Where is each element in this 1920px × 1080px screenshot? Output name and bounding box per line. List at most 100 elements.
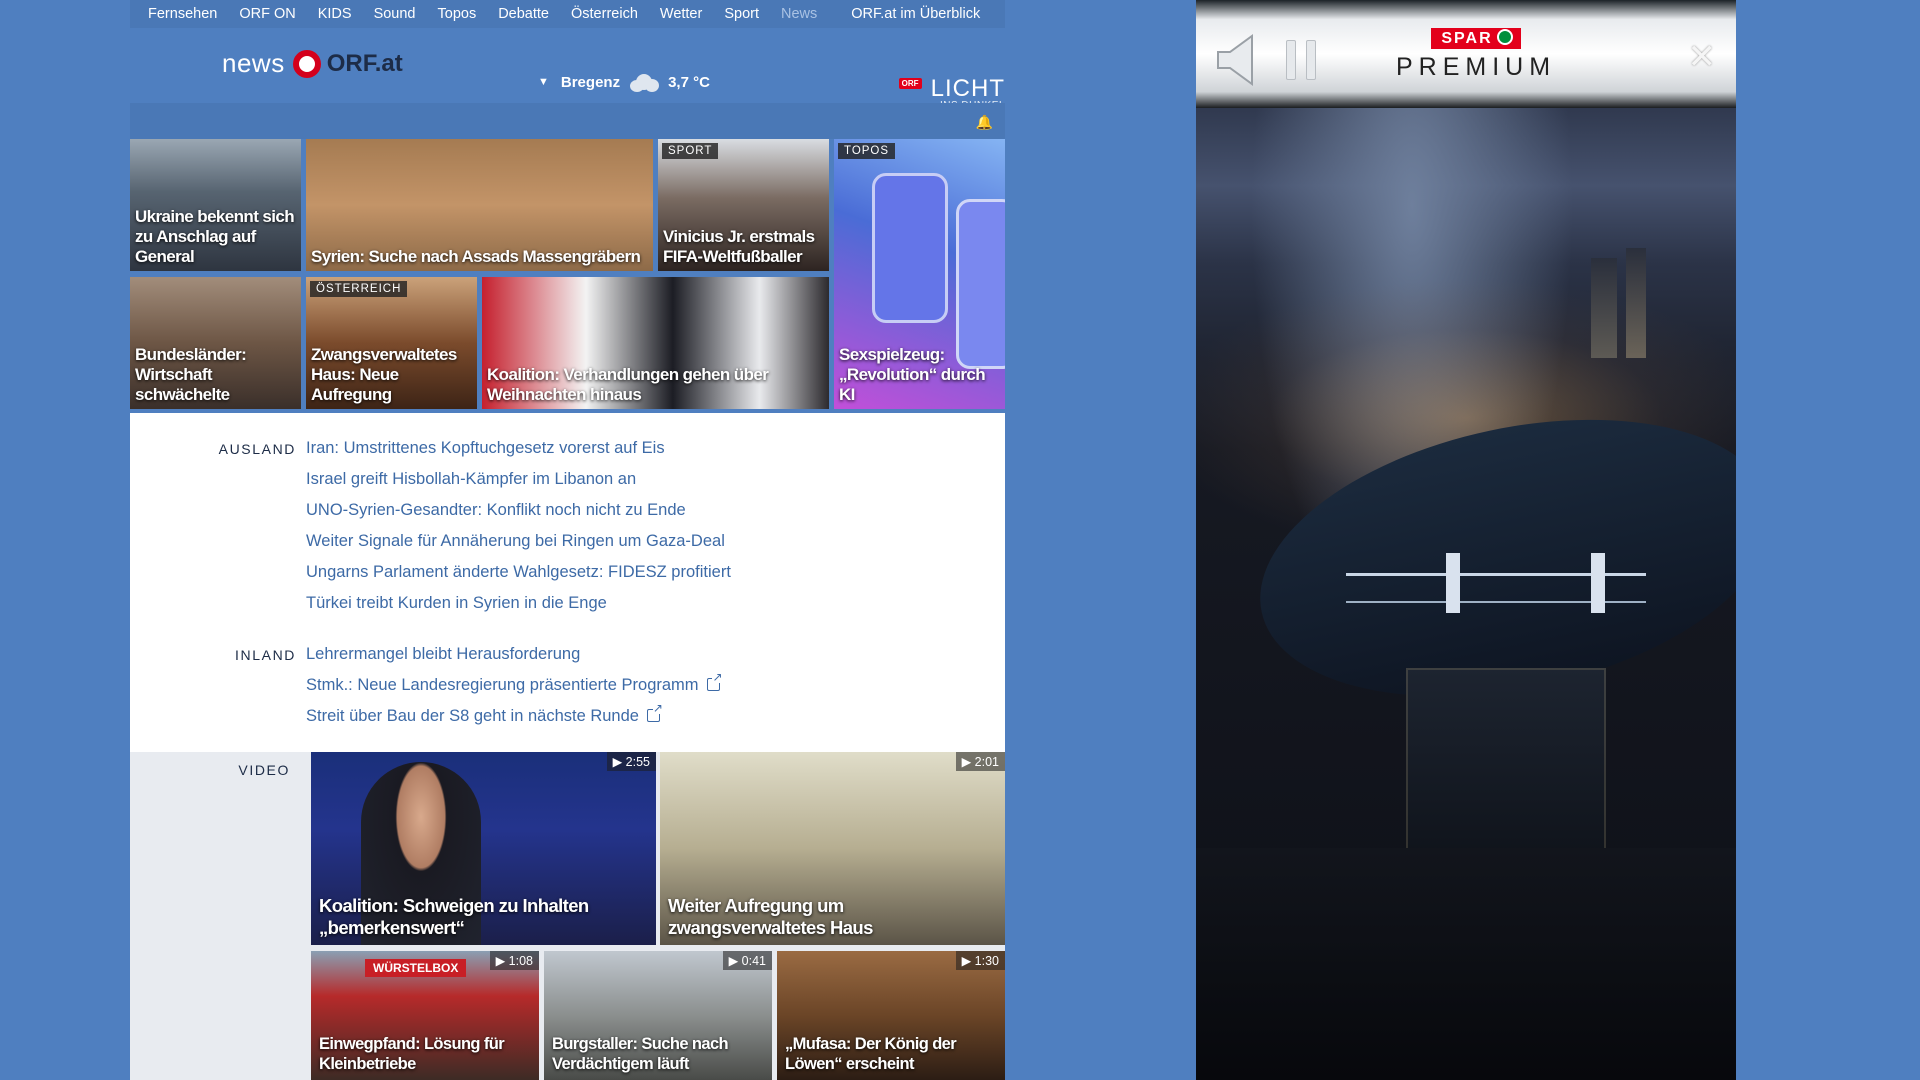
nav-wetter[interactable]: Wetter xyxy=(660,6,702,22)
video-duration: ▶ 2:55 xyxy=(606,752,656,771)
location-dropdown-icon[interactable]: ▼ xyxy=(538,76,549,88)
inland-links: Lehrermangel bleibt Herausforderung Stmk… xyxy=(306,639,723,732)
section-label: VIDEO xyxy=(238,762,290,778)
story-tile[interactable]: Ukraine bekennt sich zu Anschlag auf Gen… xyxy=(130,139,301,271)
foreground-building xyxy=(1406,668,1606,878)
cloud-icon xyxy=(628,72,660,92)
headline-text: Stmk.: Neue Landesregierung präsentierte… xyxy=(306,676,699,694)
section-label: AUSLAND xyxy=(218,441,296,457)
bridge-tower xyxy=(1591,553,1605,613)
video-duration: ▶ 0:41 xyxy=(722,951,772,970)
ausland-links: Iran: Umstrittenes Kopftuchgesetz vorers… xyxy=(306,433,731,619)
top-navigation: Fernsehen ORF ON KIDS Sound Topos Debatt… xyxy=(130,0,1005,28)
orf-eye-icon xyxy=(292,49,321,78)
logo-orf-text: ORF.at xyxy=(326,49,403,77)
headline-link[interactable]: Streit über Bau der S8 geht in nächste R… xyxy=(306,701,720,732)
nav-overview[interactable]: ORF.at im Überblick xyxy=(851,6,980,22)
orf-badge: ORF xyxy=(898,78,922,89)
bell-icon[interactable]: 🔔 xyxy=(976,114,993,131)
video-duration: ▶ 2:01 xyxy=(955,752,1005,771)
promo-line1: LICHT xyxy=(930,75,1005,102)
nav-kids[interactable]: KIDS xyxy=(318,6,352,22)
headline-link[interactable]: Israel greift Hisbollah-Kämpfer im Liban… xyxy=(306,464,731,495)
tile-caption: Bundesländer: Wirtschaft schwächelte xyxy=(135,345,247,404)
tile-caption: Sexspielzeug: „Revolution“ durch KI xyxy=(839,345,986,404)
video-section: VIDEO ▶ 2:55 Koalition: Schweigen zu Inh… xyxy=(130,752,1005,1080)
inland-section: INLAND Lehrermangel bleibt Herausforderu… xyxy=(130,639,1005,739)
category-badge: ÖSTERREICH xyxy=(310,281,408,297)
video-caption: Burgstaller: Suche nach Verdächtigem läu… xyxy=(552,1035,729,1073)
video-tile[interactable]: WÜRSTELBOX ▶ 1:08 Einwegpfand: Lösung fü… xyxy=(311,951,539,1080)
video-caption: Weiter Aufregung um zwangsverwaltetes Ha… xyxy=(668,895,873,938)
video-caption: Einwegpfand: Lösung für Kleinbetriebe xyxy=(319,1035,505,1073)
phone-illustration xyxy=(956,199,1005,369)
spar-tree-icon xyxy=(1496,29,1513,45)
headline-link[interactable]: Weiter Signale für Annäherung bei Ringen… xyxy=(306,526,731,557)
tile-caption: Ukraine bekennt sich zu Anschlag auf Gen… xyxy=(135,207,295,266)
nav-topos[interactable]: Topos xyxy=(438,6,477,22)
external-link-icon xyxy=(646,702,663,722)
category-badge: TOPOS xyxy=(838,143,896,159)
site-header: news ORF.at ▼ Bregenz 3,7 °C ORF LICHT I… xyxy=(130,28,1005,111)
nav-sport[interactable]: Sport xyxy=(724,6,759,22)
bridge-tower xyxy=(1446,553,1460,613)
story-tile[interactable]: Bundesländer: Wirtschaft schwächelte xyxy=(130,277,301,409)
news-orf-logo[interactable]: news ORF.at xyxy=(222,48,403,79)
tile-caption: Syrien: Suche nach Assads Massengräbern xyxy=(311,247,641,266)
headline-link[interactable]: Stmk.: Neue Landesregierung präsentierte… xyxy=(306,670,723,701)
duration-text: 1:30 xyxy=(974,954,999,968)
video-duration: ▶ 1:08 xyxy=(489,951,539,970)
section-label: INLAND xyxy=(235,647,296,663)
spar-logo: SPAR xyxy=(1431,28,1521,49)
nav-debatte[interactable]: Debatte xyxy=(498,6,549,22)
close-icon[interactable]: ✕ xyxy=(1688,40,1717,74)
logo-news-text: news xyxy=(222,48,285,78)
duration-text: 2:55 xyxy=(625,755,650,769)
video-tile[interactable]: ▶ 0:41 Burgstaller: Suche nach Verdächti… xyxy=(544,951,772,1080)
headline-link[interactable]: Lehrermangel bleibt Herausforderung xyxy=(306,639,720,670)
nav-sound[interactable]: Sound xyxy=(374,6,416,22)
story-tile[interactable]: Syrien: Suche nach Assads Massengräbern xyxy=(306,139,653,271)
headline-link[interactable]: UNO-Syrien-Gesandter: Konflikt noch nich… xyxy=(306,495,731,526)
story-tile[interactable]: Koalition: Verhandlungen gehen über Weih… xyxy=(482,277,829,409)
ausland-section: AUSLAND Iran: Umstrittenes Kopftuchgeset… xyxy=(130,433,1005,623)
notification-bar: 🔔 xyxy=(130,103,1005,139)
premium-text: PREMIUM xyxy=(1395,53,1557,81)
headline-link[interactable]: Iran: Umstrittenes Kopftuchgesetz vorers… xyxy=(306,433,731,464)
news-column: Fernsehen ORF ON KIDS Sound Topos Debatt… xyxy=(130,0,1005,1080)
story-tile[interactable]: ÖSTERREICH Zwangsverwaltetes Haus: Neue … xyxy=(306,277,477,409)
nav-news[interactable]: News xyxy=(781,6,817,22)
story-tile[interactable]: SPORT Vinicius Jr. erstmals FIFA-Weltfuß… xyxy=(658,139,829,271)
video-tile[interactable]: ▶ 2:01 Weiter Aufregung um zwangsverwalt… xyxy=(660,752,1005,945)
weather-widget[interactable]: ▼ Bregenz 3,7 °C xyxy=(538,72,710,92)
headline-link[interactable]: Ungarns Parlament änderte Wahlgesetz: FI… xyxy=(306,557,731,588)
nav-oesterreich[interactable]: Österreich xyxy=(571,6,638,22)
tile-caption: Vinicius Jr. erstmals FIFA-Weltfußballer xyxy=(663,227,815,266)
story-tile[interactable]: TOPOS Sexspielzeug: „Revolution“ durch K… xyxy=(834,139,1005,409)
foreground-building xyxy=(1196,848,1736,1080)
spar-premium-logo: SPAR PREMIUM xyxy=(1370,28,1582,82)
ad-video-frame xyxy=(1196,108,1736,1080)
video-ad-panel[interactable]: SPAR PREMIUM ✕ xyxy=(1196,0,1736,1080)
skyscraper xyxy=(1591,258,1617,358)
skyscraper xyxy=(1626,248,1646,358)
speaker-mute-icon[interactable] xyxy=(1216,34,1260,86)
video-caption: Koalition: Schweigen zu Inhalten „bemerk… xyxy=(319,895,589,938)
nav-orf-on[interactable]: ORF ON xyxy=(239,6,295,22)
external-link-icon xyxy=(706,671,723,691)
spar-text: SPAR xyxy=(1441,30,1493,47)
headline-link[interactable]: Türkei treibt Kurden in Syrien in die En… xyxy=(306,588,731,619)
nav-fernsehen[interactable]: Fernsehen xyxy=(148,6,217,22)
ad-control-bar: SPAR PREMIUM ✕ xyxy=(1196,0,1736,108)
video-caption: „Mufasa: Der König der Löwen“ erscheint xyxy=(785,1035,957,1073)
video-duration: ▶ 1:30 xyxy=(955,951,1005,970)
phone-illustration xyxy=(872,173,948,323)
top-story-tiles: Ukraine bekennt sich zu Anschlag auf Gen… xyxy=(130,139,1005,413)
weather-location: Bregenz xyxy=(560,73,621,91)
video-tile[interactable]: ▶ 2:55 Koalition: Schweigen zu Inhalten … xyxy=(311,752,656,945)
video-tile[interactable]: ▶ 1:30 „Mufasa: Der König der Löwen“ ers… xyxy=(777,951,1005,1080)
pause-icon[interactable] xyxy=(1286,40,1320,80)
duration-text: 1:08 xyxy=(508,954,533,968)
tile-caption: Zwangsverwaltetes Haus: Neue Aufregung xyxy=(311,345,457,404)
weather-temperature: 3,7 °C xyxy=(668,73,710,91)
